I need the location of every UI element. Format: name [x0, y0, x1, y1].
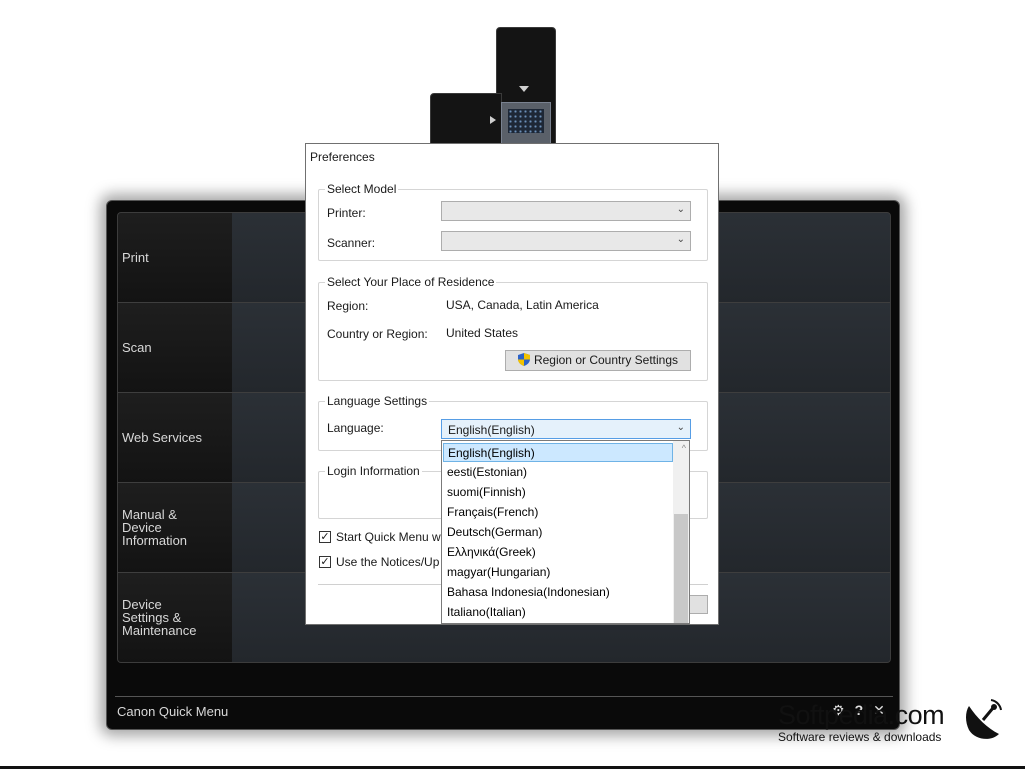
scroll-up-icon[interactable]: ^ — [682, 443, 686, 453]
group-title: Login Information — [325, 464, 422, 478]
expand-down-icon[interactable] — [519, 86, 529, 92]
language-option[interactable]: English(English) — [443, 443, 673, 462]
menu-item-label: Web Services — [122, 430, 202, 445]
language-option[interactable]: eesti(Estonian) — [443, 463, 673, 482]
country-value: United States — [446, 326, 519, 340]
country-label: Country or Region: — [327, 327, 428, 341]
chevron-down-icon: ⌄ — [676, 204, 685, 215]
menu-item-label: Print — [122, 250, 149, 265]
region-label: Region: — [327, 299, 369, 313]
watermark-tagline: Software reviews & downloads — [778, 730, 942, 744]
region-country-settings-button[interactable]: Region or Country Settings — [505, 350, 691, 371]
language-option[interactable]: Bahasa Indonesia(Indonesian) — [443, 583, 673, 602]
app-title: Canon Quick Menu — [117, 704, 229, 719]
use-notices-checkbox[interactable]: ✓ — [319, 556, 331, 568]
language-option[interactable]: magyar(Hungarian) — [443, 563, 673, 582]
scrollbar-thumb[interactable] — [674, 514, 688, 623]
watermark-brand: Softpedia.com — [778, 700, 945, 730]
menu-item-label: Manual & Device Information — [122, 507, 188, 548]
language-option[interactable]: Deutsch(German) — [443, 523, 673, 542]
uac-shield-icon — [517, 353, 530, 366]
scanner-label: Scanner: — [327, 236, 376, 250]
region-value: USA, Canada, Latin America — [446, 298, 599, 312]
menu-item-label: Scan — [122, 340, 152, 355]
dropdown-scrollbar[interactable]: ^ — [673, 441, 689, 623]
language-option[interactable]: Ελληνικά(Greek) — [443, 543, 673, 562]
printer-select[interactable]: ⌄ — [441, 201, 691, 221]
language-select[interactable]: English(English) ⌄ — [441, 419, 691, 439]
start-quick-menu-label: Start Quick Menu w — [336, 530, 441, 544]
language-dropdown-list: English(English) eesti(Estonian) suomi(F… — [441, 440, 690, 624]
dialog-title: Preferences — [310, 150, 375, 164]
chevron-down-icon: ⌄ — [676, 234, 685, 245]
group-title: Select Model — [325, 182, 399, 196]
satellite-dish-icon — [966, 699, 1002, 739]
language-label: Language: — [327, 421, 384, 435]
footer-divider — [115, 696, 893, 697]
start-quick-menu-checkbox[interactable]: ✓ — [319, 531, 331, 543]
chevron-down-icon: ⌄ — [676, 422, 685, 433]
group-title: Select Your Place of Residence — [325, 275, 497, 289]
language-option[interactable]: Italiano(Italian) — [443, 603, 673, 622]
printer-tile-icon[interactable] — [501, 102, 551, 144]
use-notices-label: Use the Notices/Up — [336, 555, 440, 569]
scanner-select[interactable]: ⌄ — [441, 231, 691, 251]
language-option[interactable]: Français(French) — [443, 503, 673, 522]
group-title: Language Settings — [325, 394, 430, 408]
printer-label: Printer: — [327, 206, 366, 220]
language-option[interactable]: suomi(Finnish) — [443, 483, 673, 502]
expand-right-icon[interactable] — [490, 116, 496, 124]
menu-item-label: Device Settings & Maintenance — [122, 597, 197, 638]
